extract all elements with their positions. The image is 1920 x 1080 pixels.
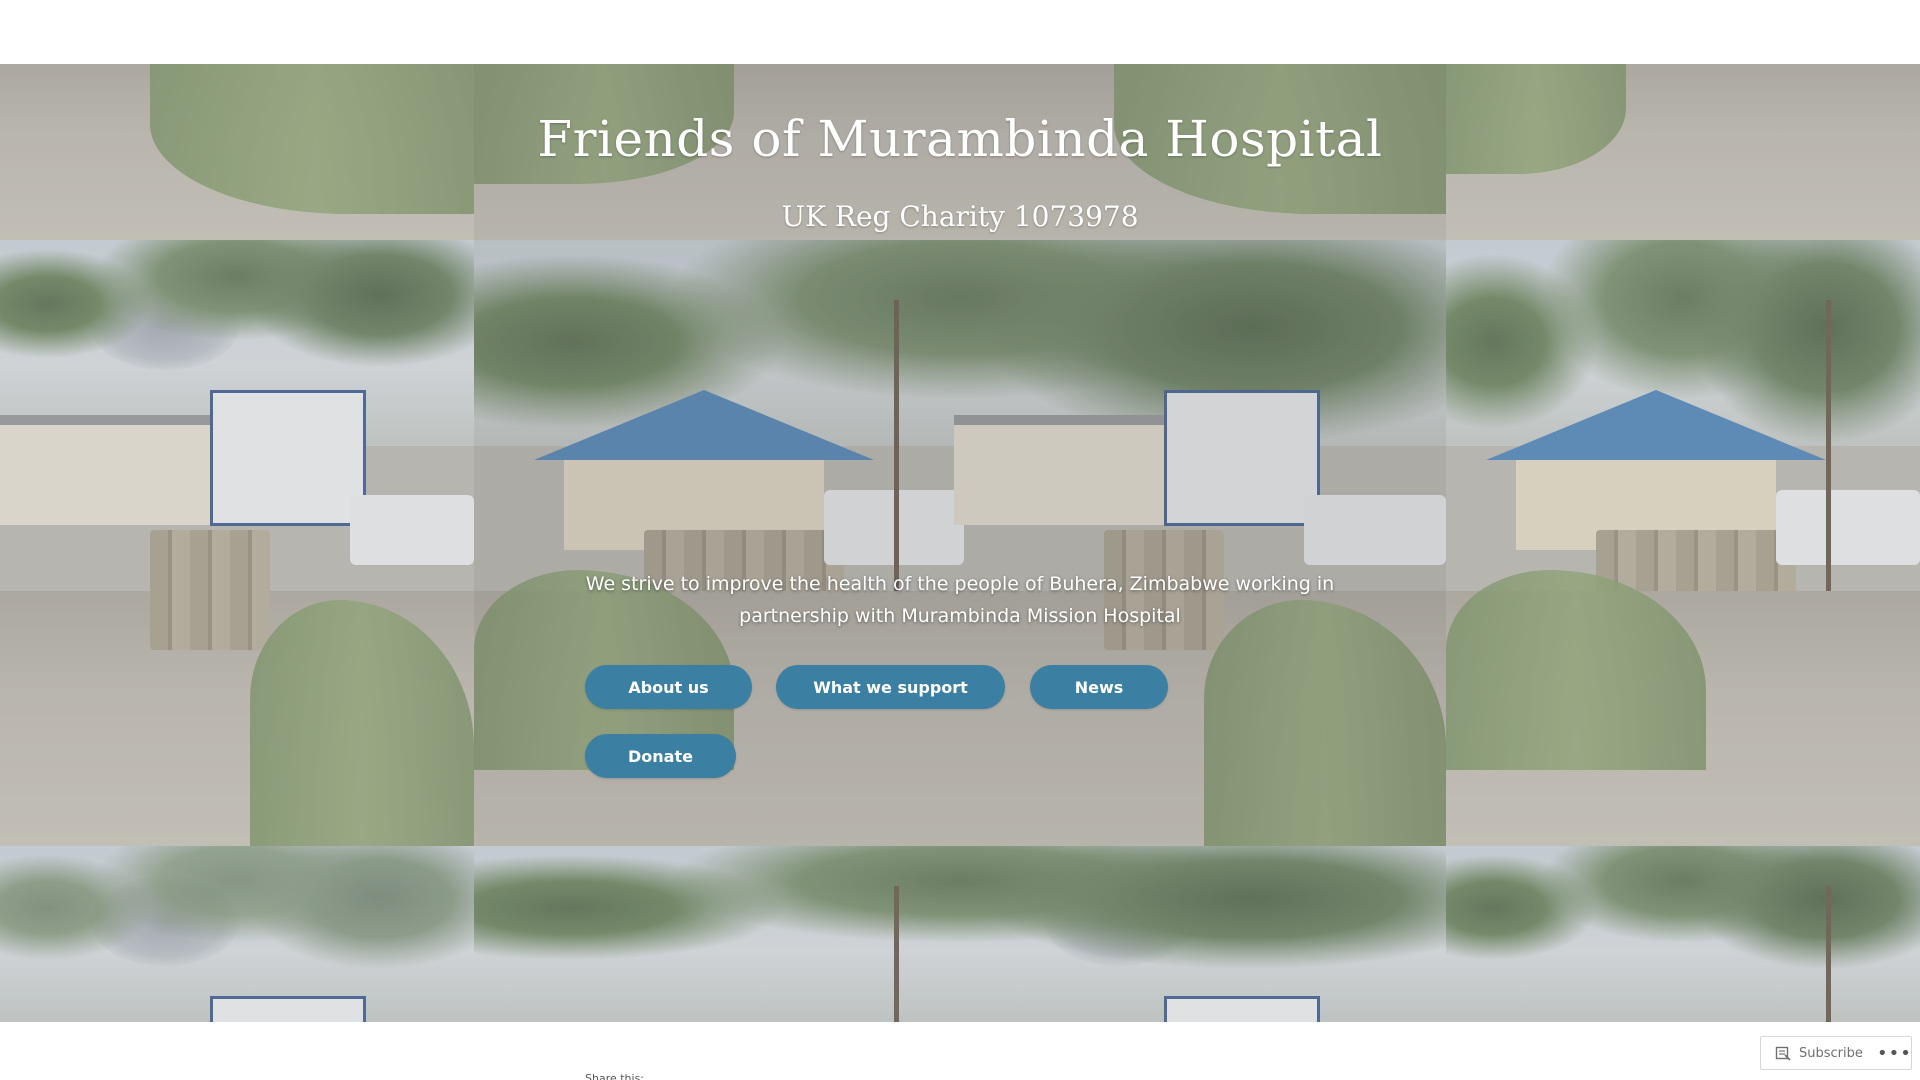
top-bar <box>0 0 1920 64</box>
site-title[interactable]: Friends of Murambinda Hospital <box>474 110 1446 168</box>
ellipsis-icon[interactable]: ••• <box>1877 1043 1911 1064</box>
subscribe-button[interactable]: Subscribe <box>1799 1046 1877 1061</box>
news-button[interactable]: News <box>1030 665 1168 709</box>
content-area <box>0 1022 1920 1080</box>
about-us-button[interactable]: About us <box>585 665 752 709</box>
share-label: Share this: <box>585 1072 645 1080</box>
mission-statement: We strive to improve the health of the p… <box>585 573 1335 627</box>
donate-button[interactable]: Donate <box>585 734 736 778</box>
reader-icon[interactable] <box>1775 1045 1791 1061</box>
subscribe-bar[interactable]: Subscribe ••• <box>1760 1036 1912 1070</box>
page: Friends of Murambinda Hospital UK Reg Ch… <box>0 0 1920 1080</box>
what-we-support-button[interactable]: What we support <box>776 665 1005 709</box>
site-tagline: UK Reg Charity 1073978 <box>781 200 1139 233</box>
